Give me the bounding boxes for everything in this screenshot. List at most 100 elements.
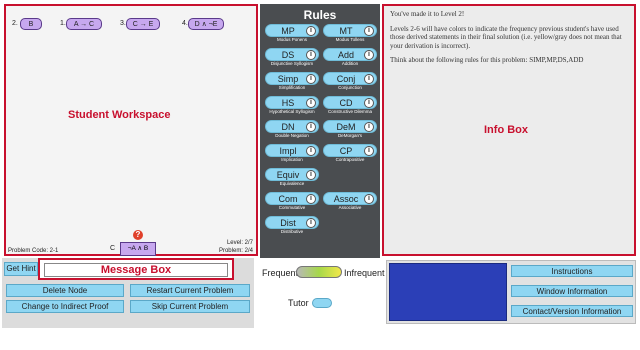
node-number: 1. <box>60 20 66 27</box>
rule-description: Double Negation <box>275 133 309 138</box>
rule-description: Conjunction <box>338 85 362 90</box>
rule-dn[interactable]: DN i Double Negation <box>265 120 319 144</box>
rule-button[interactable]: Assoc i <box>323 192 377 205</box>
rule-label: Equiv <box>276 170 300 180</box>
info-icon[interactable]: i <box>364 26 374 36</box>
rule-dist[interactable]: Dist i Distributive <box>265 216 319 240</box>
rule-button[interactable]: Add i <box>323 48 377 61</box>
problem-code: Problem Code: 2-1 <box>8 248 59 254</box>
info-icon[interactable]: i <box>364 98 374 108</box>
rule-mt[interactable]: MT i Modus Tollens <box>323 24 377 48</box>
proof-node[interactable]: D ∧ ¬E <box>188 18 224 30</box>
help-icon[interactable]: ? <box>133 230 143 240</box>
rule-mp[interactable]: MP i Modus Ponens <box>265 24 319 48</box>
info-icon[interactable]: i <box>306 194 316 204</box>
rule-label: MP <box>281 26 295 36</box>
message-box-title: Message Box <box>100 264 172 276</box>
rule-label: Simp <box>277 74 299 84</box>
rule-description: Addition <box>341 61 359 66</box>
help-panel: Instructions Window Information Contact/… <box>386 260 636 324</box>
rule-description: Hypothetical Syllogism <box>269 109 315 114</box>
rule-button[interactable]: DN i <box>265 120 319 133</box>
rule-button[interactable]: Conj i <box>323 72 377 85</box>
rule-description: Disjunctive Syllogism <box>270 61 314 66</box>
window-info-button[interactable]: Window Information <box>511 285 633 297</box>
info-icon[interactable]: i <box>306 122 316 132</box>
rule-hs[interactable]: HS i Hypothetical Syllogism <box>265 96 319 120</box>
rule-conj[interactable]: Conj i Conjunction <box>323 72 377 96</box>
info-icon[interactable]: i <box>306 218 316 228</box>
delete-node-button[interactable]: Delete Node <box>6 284 124 297</box>
rule-button[interactable]: CP i <box>323 144 377 157</box>
rule-button[interactable]: Simp i <box>265 72 319 85</box>
get-hint-button[interactable]: Get Hint <box>4 262 38 276</box>
info-icon[interactable]: i <box>306 26 316 36</box>
rule-button[interactable]: Dist i <box>265 216 319 229</box>
rule-description: Modus Tollens <box>335 37 365 42</box>
info-icon[interactable]: i <box>306 146 316 156</box>
message-box: Message Box <box>38 258 234 280</box>
info-icon[interactable]: i <box>364 194 374 204</box>
tutor-toggle[interactable] <box>312 298 332 308</box>
rule-button[interactable]: Impl i <box>265 144 319 157</box>
control-panel: Get Hint Message Box Delete Node Restart… <box>2 258 254 328</box>
rule-button[interactable]: DeM i <box>323 120 377 133</box>
rule-simp[interactable]: Simp i Simplification <box>265 72 319 96</box>
rule-label: DeM <box>336 122 356 132</box>
workspace-title: Student Workspace <box>68 109 171 121</box>
rule-label: CP <box>339 146 353 156</box>
level-indicator: Level: 2/7 <box>226 240 253 246</box>
rule-description: Constructive Dilemma <box>327 109 372 114</box>
student-workspace[interactable]: 2. B 1. A → C 3. C → E 4. D ∧ ¬E Student… <box>4 4 258 256</box>
rule-cd[interactable]: CD i Constructive Dilemma <box>323 96 377 120</box>
info-icon[interactable]: i <box>364 74 374 84</box>
preview-box <box>389 263 507 321</box>
rule-description: Simplification <box>278 85 306 90</box>
rule-com[interactable]: Com i Commutative <box>265 192 319 216</box>
skip-problem-button[interactable]: Skip Current Problem <box>130 300 250 313</box>
rule-button[interactable]: HS i <box>265 96 319 109</box>
info-paragraph: Think about the following rules for this… <box>390 56 584 64</box>
rules-title: Rules <box>303 8 337 22</box>
info-box: You've made it to Level 2! Levels 2-6 wi… <box>382 4 636 256</box>
rule-button[interactable]: DS i <box>265 48 319 61</box>
rule-cp[interactable]: CP i Contrapositive <box>323 144 377 168</box>
rule-description: Implication <box>281 157 303 162</box>
info-icon[interactable]: i <box>306 170 316 180</box>
rule-button[interactable]: MT i <box>323 24 377 37</box>
rule-impl[interactable]: Impl i Implication <box>265 144 319 168</box>
proof-node[interactable]: B <box>20 18 42 30</box>
info-icon[interactable]: i <box>364 50 374 60</box>
info-icon[interactable]: i <box>364 146 374 156</box>
info-icon[interactable]: i <box>364 122 374 132</box>
rule-button[interactable]: Equiv i <box>265 168 319 181</box>
indirect-proof-button[interactable]: Change to Indirect Proof <box>6 300 124 313</box>
info-box-title: Info Box <box>484 124 528 136</box>
rule-button[interactable]: CD i <box>323 96 377 109</box>
rule-assoc[interactable]: Assoc i Associative <box>323 192 377 216</box>
rule-label: DN <box>281 122 295 132</box>
rule-button[interactable]: Com i <box>265 192 319 205</box>
restart-problem-button[interactable]: Restart Current Problem <box>130 284 250 297</box>
rule-label: DS <box>281 50 295 60</box>
contact-info-button[interactable]: Contact/Version Information <box>511 305 633 317</box>
rule-label: Add <box>337 50 354 60</box>
rule-description: Associative <box>338 205 362 210</box>
node-number: 4. <box>182 20 188 27</box>
rule-dem[interactable]: DeM i DeMorgan's <box>323 120 377 144</box>
rule-label: CD <box>339 98 353 108</box>
rule-ds[interactable]: DS i Disjunctive Syllogism <box>265 48 319 72</box>
proof-node[interactable]: C → E <box>126 18 160 30</box>
rule-button[interactable]: MP i <box>265 24 319 37</box>
proof-node[interactable]: A → C <box>66 18 102 30</box>
info-icon[interactable]: i <box>306 74 316 84</box>
rule-add[interactable]: Add i Addition <box>323 48 377 72</box>
instructions-button[interactable]: Instructions <box>511 265 633 277</box>
goal-node[interactable]: ¬A ∧ B <box>120 242 156 256</box>
info-icon[interactable]: i <box>306 98 316 108</box>
info-icon[interactable]: i <box>306 50 316 60</box>
rule-description: Commutative <box>278 205 306 210</box>
rule-equiv[interactable]: Equiv i Equivalence <box>265 168 319 192</box>
rule-description: Modus Ponens <box>276 37 308 42</box>
problem-indicator: Problem: 2/4 <box>218 248 253 254</box>
